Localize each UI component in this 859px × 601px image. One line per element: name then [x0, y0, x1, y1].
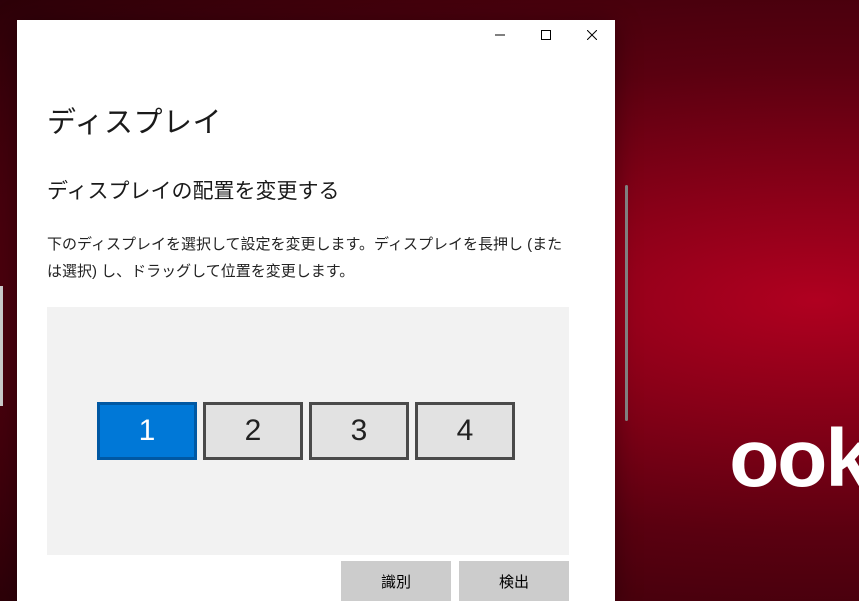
close-icon — [587, 30, 597, 40]
settings-window: ディスプレイ ディスプレイの配置を変更する 下のディスプレイを選択して設定を変更… — [17, 20, 615, 601]
detect-button[interactable]: 検出 — [459, 561, 569, 601]
minimize-button[interactable] — [477, 20, 523, 50]
title-bar — [17, 20, 615, 53]
arrangement-buttons: 識別 検出 — [47, 561, 569, 601]
monitor-4[interactable]: 4 — [415, 402, 515, 460]
desktop-brand-text: ook — [729, 412, 859, 506]
maximize-button[interactable] — [523, 20, 569, 50]
scrollbar[interactable] — [625, 185, 628, 421]
left-edge-indicator — [0, 286, 3, 406]
section-title: ディスプレイの配置を変更する — [47, 175, 585, 205]
monitor-1[interactable]: 1 — [97, 402, 197, 460]
minimize-icon — [495, 30, 505, 40]
page-title: ディスプレイ — [47, 99, 585, 141]
monitor-2[interactable]: 2 — [203, 402, 303, 460]
monitor-3[interactable]: 3 — [309, 402, 409, 460]
window-content: ディスプレイ ディスプレイの配置を変更する 下のディスプレイを選択して設定を変更… — [17, 53, 615, 601]
help-text: 下のディスプレイを選択して設定を変更します。ディスプレイを長押し (または選択)… — [47, 231, 567, 285]
display-arrangement-canvas[interactable]: 1 2 3 4 — [47, 307, 569, 555]
maximize-icon — [541, 30, 551, 40]
close-button[interactable] — [569, 20, 615, 50]
identify-button[interactable]: 識別 — [341, 561, 451, 601]
